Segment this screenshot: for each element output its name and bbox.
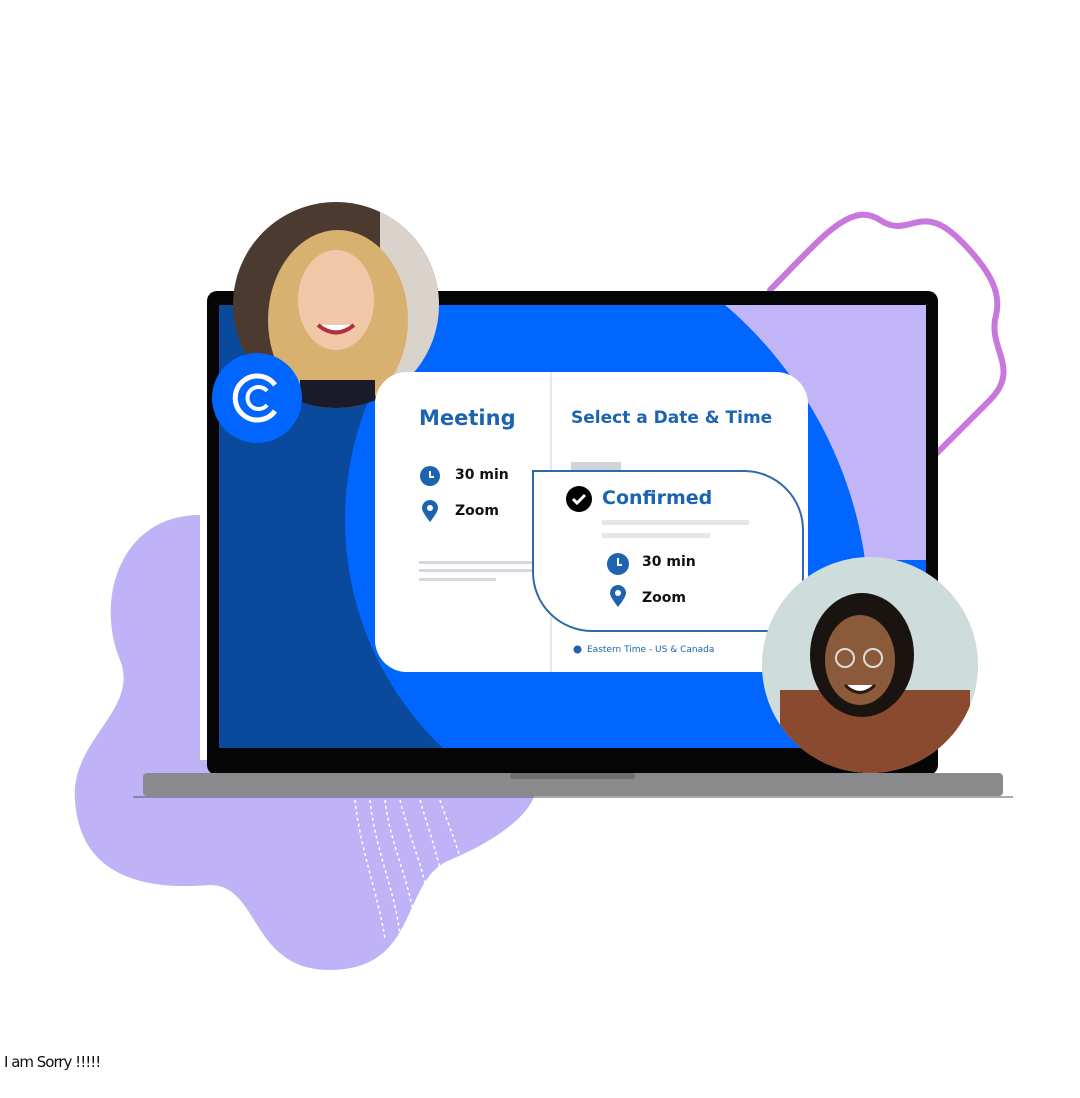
clock-icon [607,553,629,575]
confirmed-duration: 30 min [642,554,696,570]
meeting-location: Zoom [455,503,499,519]
location-pin-icon [610,585,626,607]
calendly-logo-icon [212,353,302,443]
check-circle-icon [566,486,592,512]
placeholder-bar [571,462,621,470]
placeholder-line [602,533,710,538]
globe-icon [573,645,582,654]
caption-text: I am Sorry !!!!! [4,1053,101,1071]
placeholder-line [419,578,496,581]
confirmed-status: Confirmed [602,487,713,509]
confirmed-location: Zoom [642,590,686,606]
location-pin-icon [422,500,438,522]
select-date-title: Select a Date & Time [571,408,773,428]
clock-icon [420,466,440,486]
timezone-label[interactable]: Eastern Time - US & Canada [587,645,714,655]
man-avatar-photo [762,557,978,773]
meeting-title: Meeting [419,406,516,430]
placeholder-line [419,569,534,572]
meeting-duration: 30 min [455,467,509,483]
placeholder-line [602,520,749,525]
placeholder-line [419,561,534,564]
